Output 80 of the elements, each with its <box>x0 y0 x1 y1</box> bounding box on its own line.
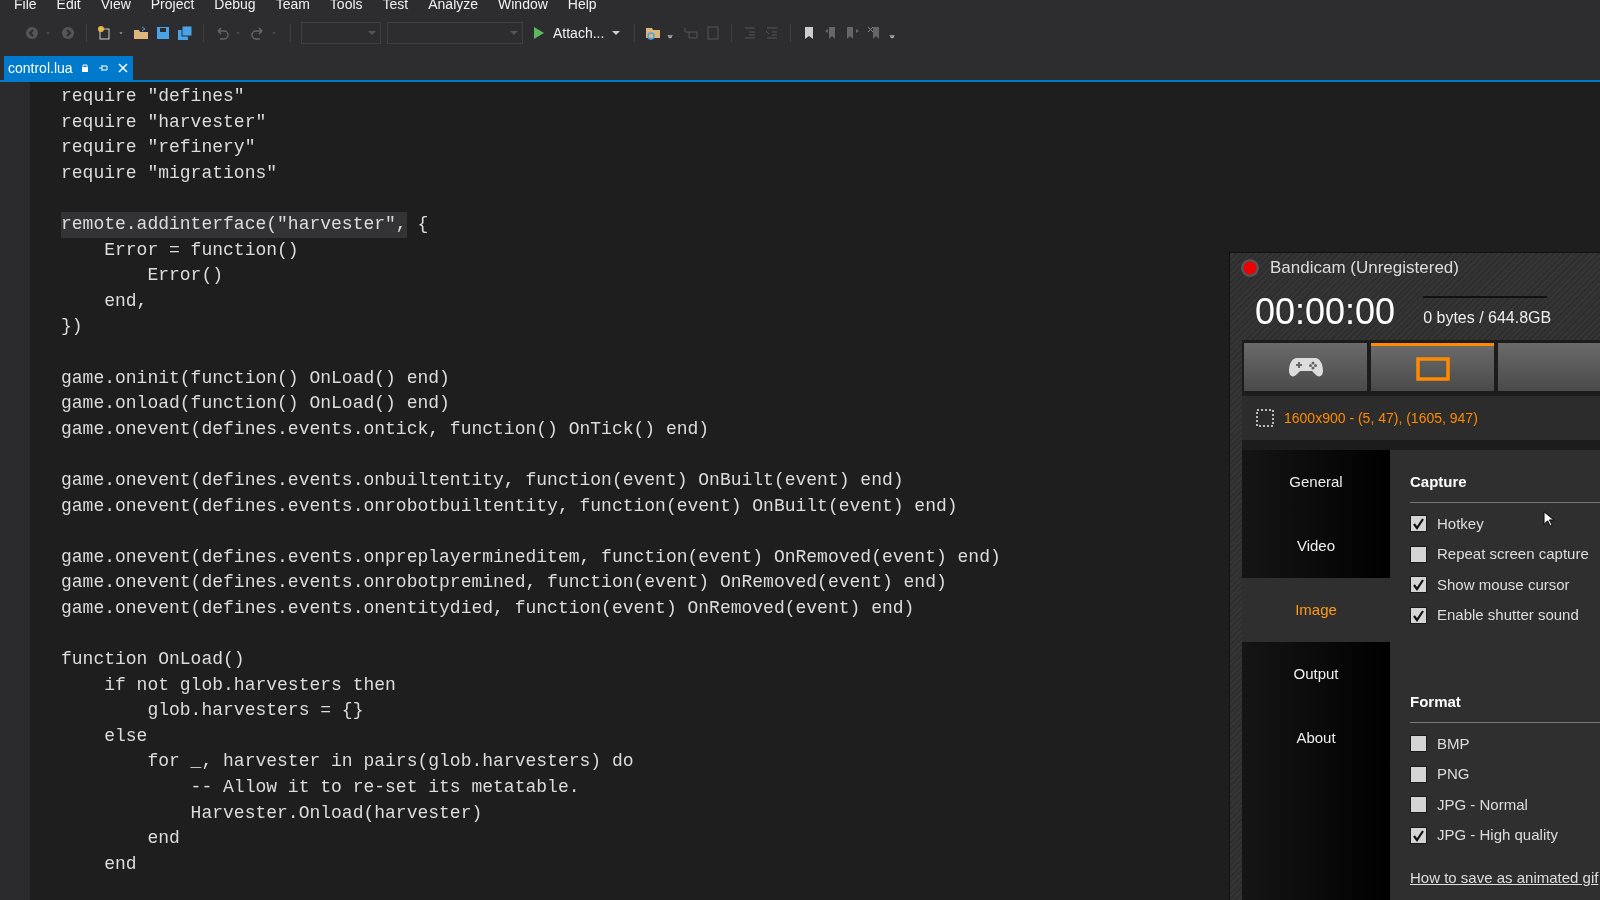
section-heading: Capture <box>1410 471 1600 503</box>
code-line: game.onevent(defines.events.onrobotpremined, function(event) OnRemoved(event) end) <box>61 571 947 595</box>
code-line: -- Allow it to re-set its metatable. <box>189 776 580 800</box>
highlighted-code: remote.addinterface("harvester", <box>61 211 407 238</box>
storage-text: 0 bytes / 644.8GB <box>1423 307 1552 328</box>
caret-icon <box>510 30 518 36</box>
code-line: game.oninit(function() OnLoad() end) <box>61 366 450 390</box>
nav-item[interactable]: General <box>1242 450 1390 514</box>
checkbox[interactable] <box>1410 606 1427 624</box>
checkbox[interactable] <box>1410 576 1427 594</box>
undo-icon[interactable] <box>214 25 230 41</box>
code-line: if not glob.harvesters then <box>103 673 396 697</box>
save-all-icon[interactable] <box>177 25 193 41</box>
new-project-icon[interactable] <box>97 25 113 41</box>
mode-tab[interactable] <box>1371 343 1494 391</box>
code-line: require "defines" <box>61 85 245 108</box>
caret-icon <box>368 30 376 36</box>
option-label: Show mouse cursor <box>1437 574 1570 595</box>
find-folder-icon[interactable] <box>645 25 662 41</box>
code-line: glob.harvesters = {} <box>146 699 364 723</box>
save-icon[interactable] <box>155 25 171 41</box>
lock-icon[interactable] <box>80 63 89 73</box>
code-line: end <box>103 852 137 876</box>
nav-item[interactable]: Video <box>1242 514 1390 578</box>
code-line: function OnLoad() <box>61 648 245 672</box>
code-line: game.onevent(defines.events.ontick, function() OnTick() end) <box>61 417 710 441</box>
selection-icon <box>1256 409 1274 427</box>
timer: 00:00:00 <box>1255 293 1396 330</box>
option-label: PNG <box>1437 764 1470 784</box>
checkbox[interactable] <box>1410 765 1427 783</box>
nav-item[interactable]: Image <box>1242 578 1390 642</box>
pin-icon[interactable] <box>96 62 109 74</box>
checkbox[interactable] <box>1410 515 1427 533</box>
menu-item[interactable]: Team <box>269 0 316 14</box>
code-line: game.onload(function() OnLoad() end) <box>61 392 450 416</box>
checkbox[interactable] <box>1410 826 1427 844</box>
section-heading: Format <box>1410 691 1600 723</box>
code-line: game.onevent(defines.events.onpreplayermineditem, function(event) OnRemoved(event) end) <box>61 545 1001 569</box>
option-label: JPG - Normal <box>1437 794 1528 815</box>
code-line: require "migrations" <box>61 161 278 185</box>
mode-tab[interactable] <box>1244 343 1367 391</box>
play-icon <box>533 26 545 40</box>
code-line: Harvester.Onload(harvester) <box>189 801 483 825</box>
option-label: JPG - High quality <box>1437 825 1558 845</box>
option-label: Hotkey <box>1437 513 1484 534</box>
attach-button[interactable]: Attach... <box>529 22 625 44</box>
code-line: Error() <box>146 264 224 288</box>
code-line: end, <box>103 289 148 313</box>
close-icon[interactable] <box>116 62 129 74</box>
code-line: }) <box>61 315 83 339</box>
window-title: Bandicam (Unregistered) <box>1270 257 1459 280</box>
redo-icon[interactable] <box>250 25 266 41</box>
file-tab[interactable]: control.lua <box>4 56 133 80</box>
region-text: 1600x900 - (5, 47), (1605, 947) <box>1284 408 1478 428</box>
caret-icon <box>612 30 621 36</box>
open-folder-icon[interactable] <box>133 25 149 41</box>
menu-item[interactable]: Test <box>376 0 415 14</box>
code-line: require "harvester" <box>61 110 267 134</box>
code-line: game.onevent(defines.events.onrobotbuiltentity, function(event) OnBuilt(event) end) <box>61 494 958 518</box>
nav-item[interactable]: About <box>1242 706 1390 770</box>
mouse-cursor-icon <box>1543 511 1554 527</box>
code-line: game.onevent(defines.events.onbuiltentity, function(event) OnBuilt(event) end) <box>61 468 904 492</box>
gamepad-icon <box>1288 356 1323 378</box>
code-line: Error = function() <box>103 238 299 262</box>
nav-item[interactable]: Output <box>1242 642 1390 706</box>
code-line: { <box>416 212 429 236</box>
option-label: Repeat screen capture <box>1437 544 1589 564</box>
checkbox[interactable] <box>1410 545 1427 563</box>
rectangle-icon <box>1415 356 1450 381</box>
gif-help-link[interactable]: How to save as animated gif <box>1410 866 1600 889</box>
checkbox[interactable] <box>1410 796 1427 814</box>
code-line: require "refinery" <box>61 136 256 160</box>
checkbox[interactable] <box>1410 735 1427 753</box>
record-icon <box>1240 258 1260 278</box>
option-label: Enable shutter sound <box>1437 605 1579 625</box>
code-line: end <box>146 827 180 851</box>
code-line: else <box>103 724 148 748</box>
option-label: BMP <box>1437 733 1470 754</box>
code-line: for _, harvester in pairs(glob.harvesters) do <box>146 750 634 774</box>
code-line: game.onevent(defines.events.onentitydied, function(event) OnRemoved(event) end) <box>61 596 915 620</box>
